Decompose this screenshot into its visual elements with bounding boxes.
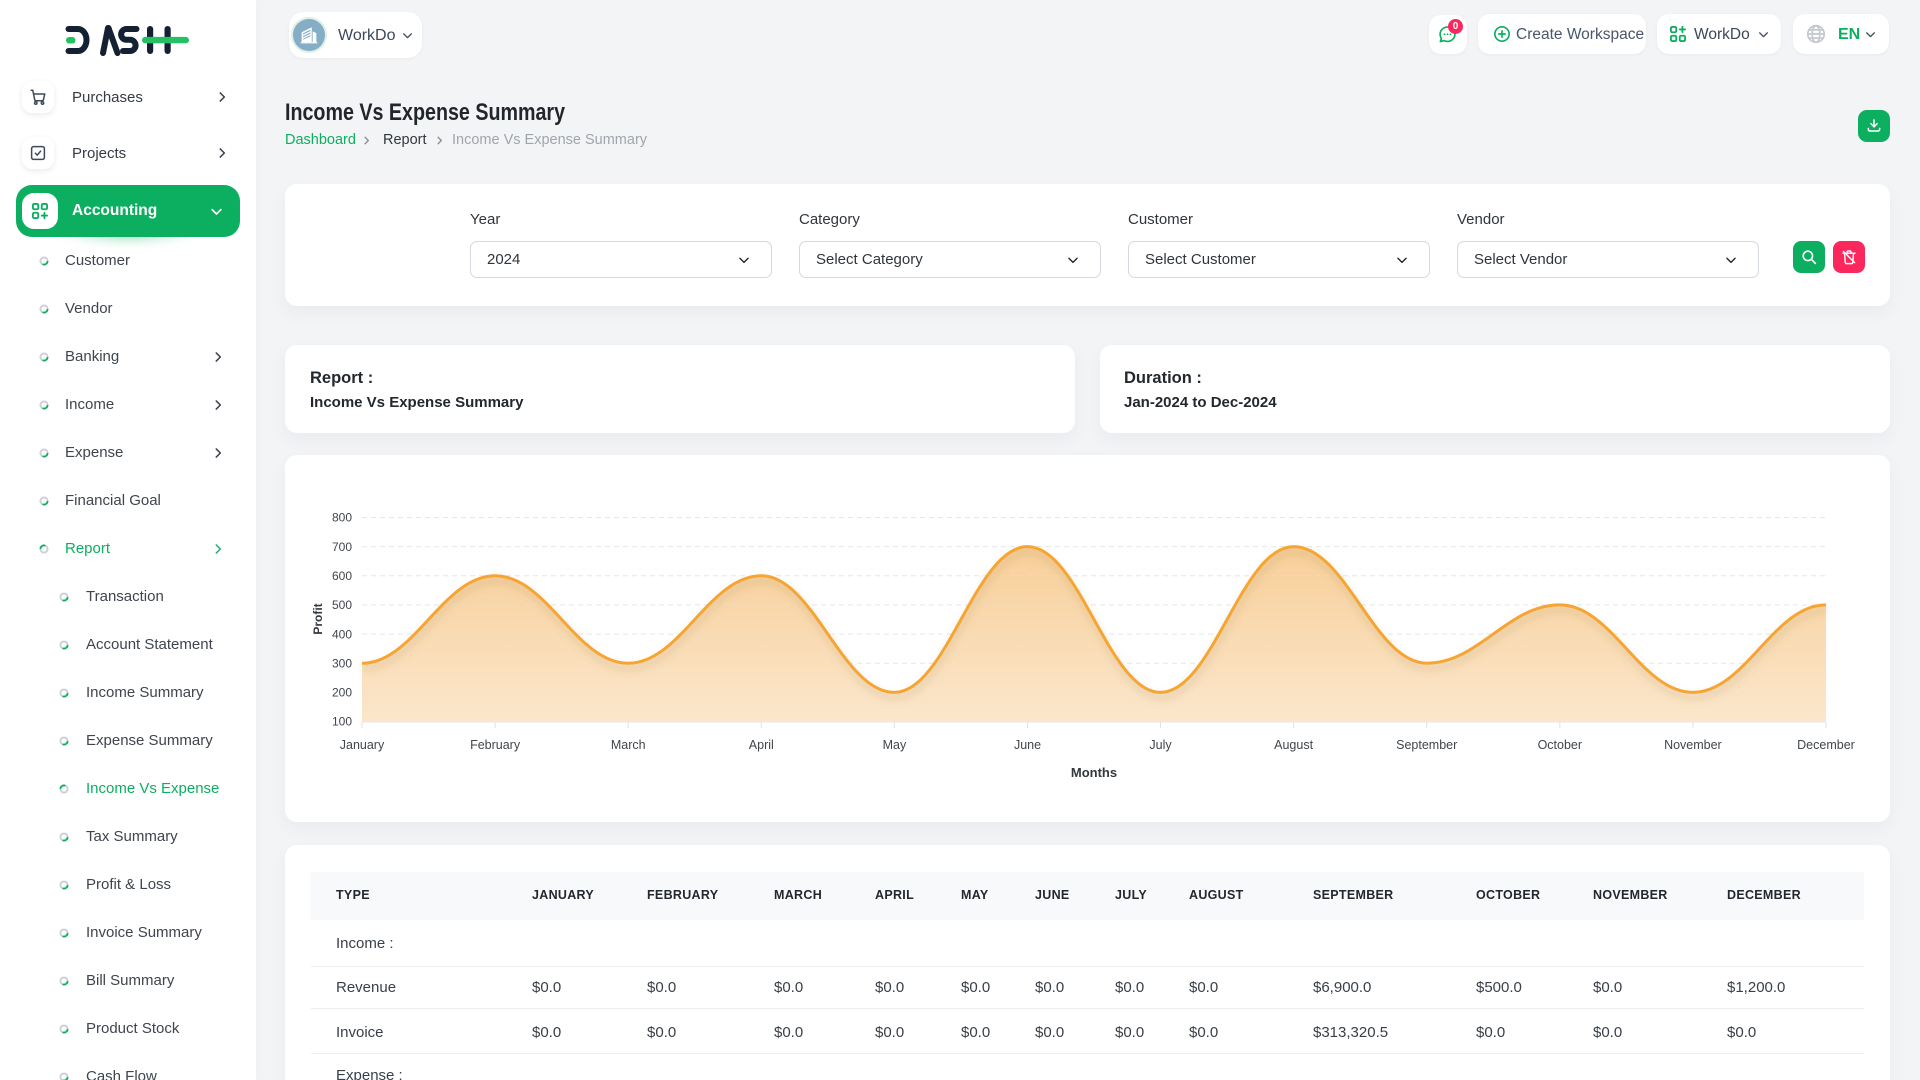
svg-text:Profit: Profit (311, 603, 325, 634)
svg-text:100: 100 (332, 715, 352, 729)
svg-text:700: 700 (332, 540, 352, 554)
svg-text:200: 200 (332, 686, 352, 700)
svg-text:April: April (749, 738, 774, 752)
svg-text:August: August (1274, 738, 1313, 752)
svg-text:July: July (1149, 738, 1172, 752)
svg-text:November: November (1664, 738, 1722, 752)
svg-text:September: September (1396, 738, 1457, 752)
svg-text:300: 300 (332, 656, 352, 670)
svg-text:800: 800 (332, 511, 352, 525)
svg-text:Months: Months (1071, 765, 1117, 780)
svg-text:600: 600 (332, 569, 352, 583)
svg-text:December: December (1797, 738, 1855, 752)
svg-text:500: 500 (332, 598, 352, 612)
svg-text:October: October (1538, 738, 1582, 752)
svg-text:March: March (611, 738, 646, 752)
svg-text:February: February (470, 738, 521, 752)
svg-text:May: May (883, 738, 907, 752)
svg-text:January: January (340, 738, 385, 752)
svg-text:400: 400 (332, 627, 352, 641)
svg-text:June: June (1014, 738, 1041, 752)
